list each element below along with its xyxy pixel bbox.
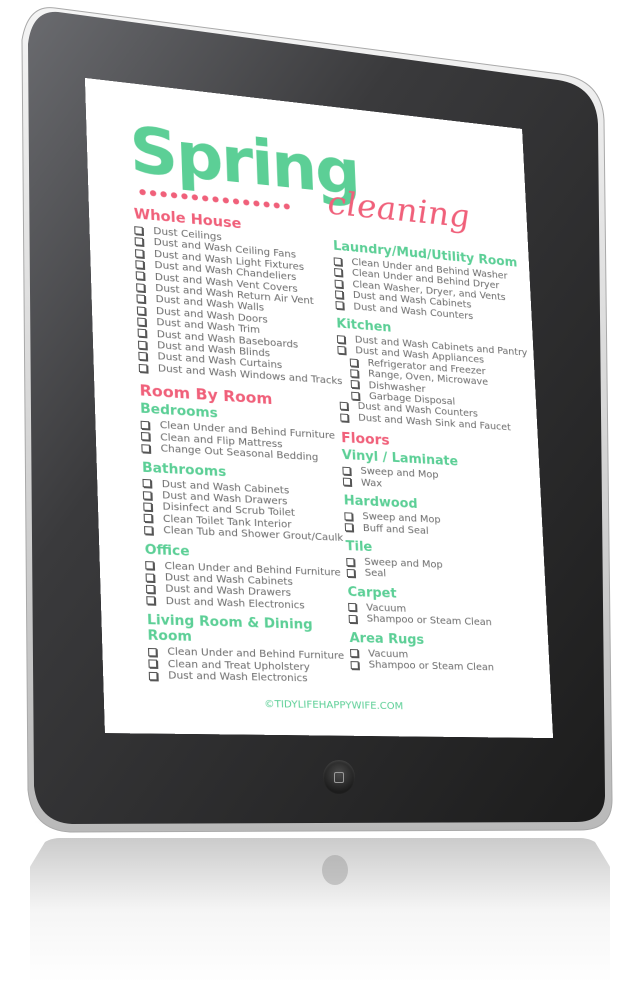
checklist-item-label: Buff and Seal — [362, 522, 429, 537]
checkbox-icon[interactable] — [350, 649, 359, 658]
checkbox-icon[interactable] — [135, 260, 145, 269]
checklist-item-label: Wax — [360, 477, 383, 490]
checkbox-icon[interactable] — [336, 334, 346, 344]
whole-house-list: Dust Ceilings Dust and Wash Ceiling Fans D… — [134, 224, 345, 388]
checkbox-icon[interactable] — [342, 466, 351, 476]
checkbox-icon[interactable] — [142, 490, 152, 500]
checkbox-icon[interactable] — [339, 401, 348, 411]
home-button[interactable] — [323, 760, 355, 794]
checkbox-icon[interactable] — [350, 660, 359, 669]
checkbox-icon[interactable] — [351, 391, 360, 400]
checkbox-icon[interactable] — [145, 584, 155, 594]
checkbox-icon[interactable] — [138, 363, 148, 373]
checkbox-icon[interactable] — [335, 290, 344, 299]
checkbox-icon[interactable] — [349, 358, 358, 367]
checkbox-icon[interactable] — [333, 257, 342, 266]
checkbox-icon[interactable] — [146, 596, 156, 606]
checkbox-icon[interactable] — [137, 340, 147, 350]
checkbox-icon[interactable] — [137, 328, 147, 338]
checkbox-icon[interactable] — [135, 271, 145, 281]
checkbox-icon[interactable] — [348, 614, 357, 624]
checkbox-icon[interactable] — [335, 301, 344, 310]
office-list: Clean Under and Behind Furniture Dust and… — [145, 560, 354, 614]
title-cleaning: cleaning — [326, 183, 471, 236]
checkbox-icon[interactable] — [136, 282, 145, 292]
checkbox-icon[interactable] — [148, 671, 158, 681]
checkbox-icon[interactable] — [140, 432, 150, 441]
checkbox-icon[interactable] — [142, 479, 152, 488]
checkbox-icon[interactable] — [350, 380, 359, 389]
checkbox-icon[interactable] — [344, 512, 353, 521]
checklist-page: Spring cleaning Whole House Dust Ceiling… — [85, 78, 553, 738]
checkbox-icon[interactable] — [344, 523, 354, 532]
checkbox-icon[interactable] — [143, 514, 153, 523]
checkbox-icon[interactable] — [337, 346, 346, 355]
right-column: Laundry/Mud/Utility Room Clean Under and… — [333, 239, 546, 679]
checkbox-icon[interactable] — [348, 603, 357, 612]
checkbox-icon[interactable] — [145, 561, 154, 570]
home-square-icon — [334, 771, 344, 783]
checkbox-icon[interactable] — [134, 225, 143, 235]
checkbox-icon[interactable] — [147, 647, 157, 657]
copyright-footer: ©TIDYLIFEHAPPYWIFE.COM — [264, 698, 404, 713]
checkbox-icon[interactable] — [134, 248, 144, 258]
living-dining-list: Clean Under and Behind Furniture Clean an… — [147, 646, 358, 686]
checkbox-icon[interactable] — [342, 477, 352, 487]
checkbox-icon[interactable] — [148, 659, 158, 669]
checkbox-icon[interactable] — [140, 420, 150, 430]
subheading-living-dining: Living Room & Dining Room — [146, 612, 313, 646]
checklist-item-label: Dust and Wash Electronics — [168, 670, 308, 685]
checklist-item-label: Seal — [364, 567, 387, 580]
checkbox-icon[interactable] — [346, 557, 355, 566]
carpet-list: Vacuum Shampoo or Steam Clean — [348, 602, 544, 631]
bathrooms-list: Dust and Wash Cabinets Dust and Wash Draw… — [142, 477, 351, 544]
checkbox-icon[interactable] — [141, 443, 151, 453]
left-column: Whole House Dust Ceilings Dust and Wash C… — [134, 206, 358, 690]
checkbox-icon[interactable] — [138, 351, 148, 361]
checkbox-icon[interactable] — [350, 369, 359, 378]
checkbox-icon[interactable] — [334, 279, 343, 288]
tablet-screen: Spring cleaning Whole House Dust Ceiling… — [85, 78, 553, 738]
kitchen-list: Dust and Wash Cabinets and Pantry Dust an… — [336, 333, 534, 435]
checkbox-icon[interactable] — [143, 502, 153, 512]
checkbox-icon[interactable] — [145, 573, 155, 582]
checkbox-icon[interactable] — [334, 268, 343, 277]
checkbox-icon[interactable] — [143, 525, 153, 535]
checklist-item-label: Shampoo or Steam Clean — [368, 659, 495, 674]
area-rugs-list: Vacuum Shampoo or Steam Clean — [350, 648, 546, 675]
checkbox-icon[interactable] — [136, 294, 146, 304]
checkbox-icon[interactable] — [346, 568, 356, 578]
checklist-item-label: Vacuum — [368, 648, 409, 661]
checkbox-icon[interactable] — [136, 305, 146, 315]
checkbox-icon[interactable] — [340, 413, 349, 422]
checkbox-icon[interactable] — [137, 317, 146, 327]
checkbox-icon[interactable] — [134, 237, 144, 247]
